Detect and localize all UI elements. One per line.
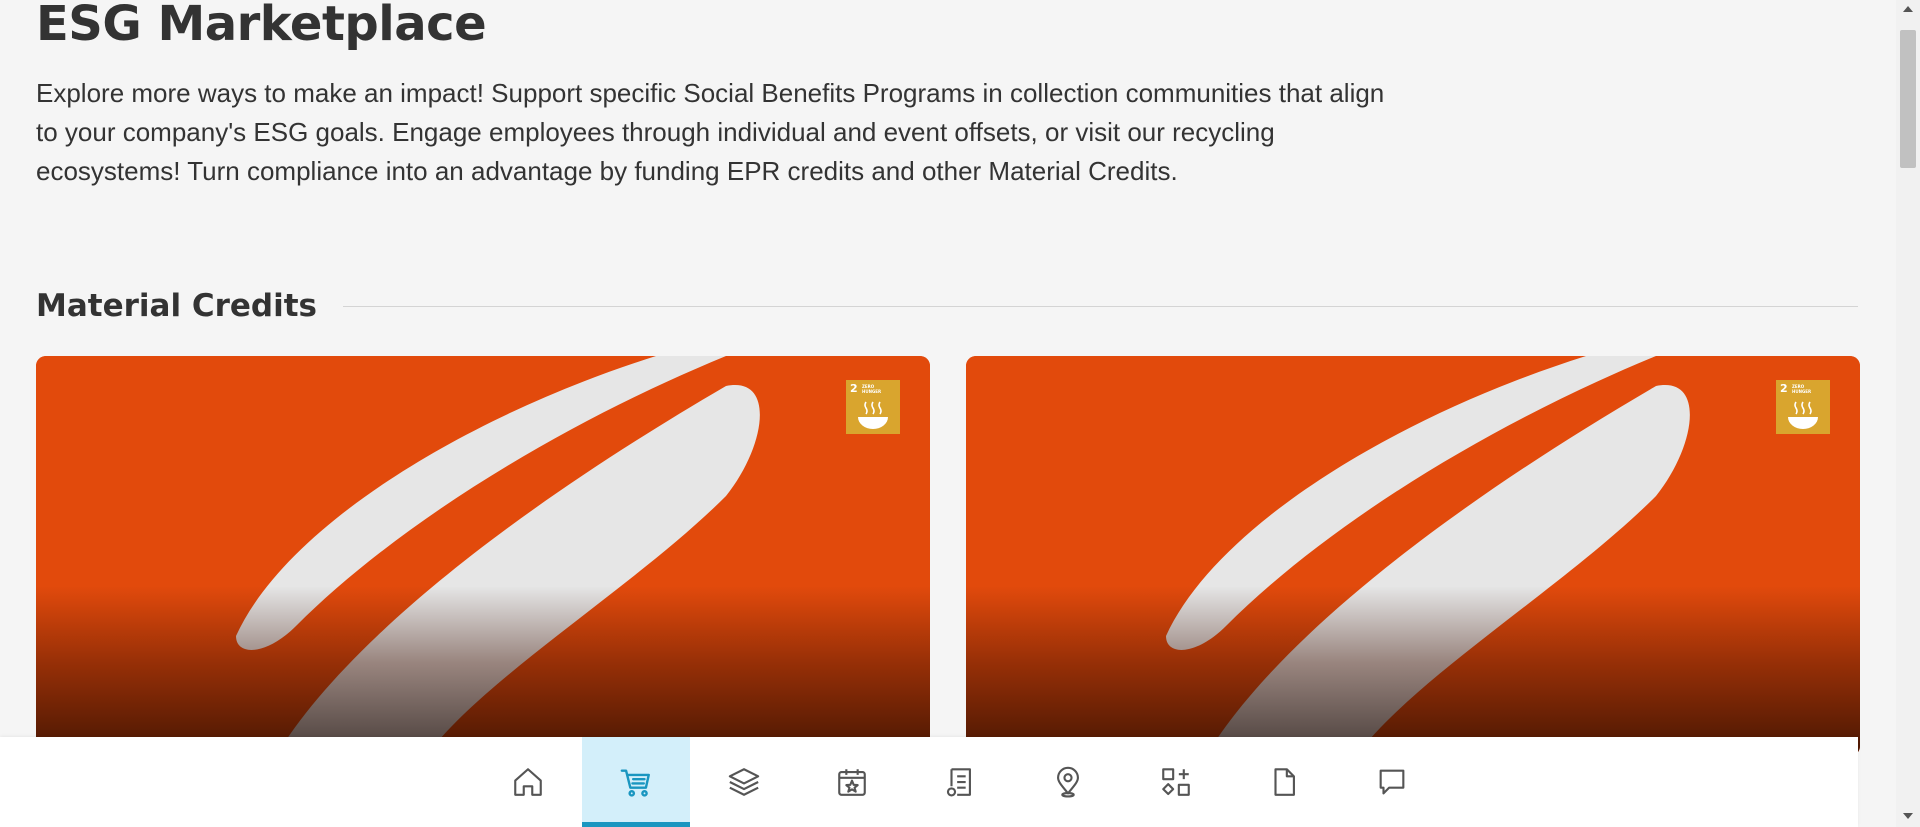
card-shade bbox=[966, 586, 1860, 756]
sdg-text: ZERO HUNGER bbox=[1792, 384, 1812, 394]
calendar-star-icon bbox=[838, 769, 866, 796]
cart-icon bbox=[620, 769, 650, 797]
sdg-number: 2 bbox=[1780, 382, 1788, 395]
nav-documents[interactable] bbox=[1230, 737, 1338, 827]
nav-reports[interactable] bbox=[906, 737, 1014, 827]
map-pin-icon bbox=[1057, 766, 1079, 798]
nav-layers[interactable] bbox=[690, 737, 798, 827]
home-icon bbox=[514, 768, 542, 796]
nav-home[interactable] bbox=[474, 737, 582, 827]
nav-apps[interactable] bbox=[1122, 737, 1230, 827]
scroll-up-arrow[interactable] bbox=[1903, 6, 1913, 12]
card-shade bbox=[36, 586, 930, 756]
material-credit-card[interactable]: 2 ZERO HUNGER bbox=[36, 356, 930, 756]
section-divider bbox=[343, 305, 1858, 307]
bottom-navigation bbox=[0, 737, 1858, 827]
nav-items bbox=[474, 737, 1446, 827]
sdg-badge: 2 ZERO HUNGER bbox=[846, 380, 900, 434]
sdg-number: 2 bbox=[850, 382, 858, 395]
nav-locations[interactable] bbox=[1014, 737, 1122, 827]
layers-icon bbox=[728, 768, 760, 796]
material-credit-card[interactable]: 2 ZERO HUNGER bbox=[966, 356, 1860, 756]
sdg-badge: 2 ZERO HUNGER bbox=[1776, 380, 1830, 434]
vertical-scrollbar[interactable] bbox=[1896, 0, 1920, 827]
scroll-thumb[interactable] bbox=[1900, 30, 1916, 168]
page-intro: Explore more ways to make an impact! Sup… bbox=[36, 78, 1385, 186]
nav-marketplace[interactable] bbox=[582, 737, 690, 827]
sdg-text: ZERO HUNGER bbox=[862, 384, 882, 394]
section-header: Material Credits bbox=[36, 284, 1858, 328]
page-title: ESG Marketplace bbox=[36, 0, 487, 52]
nav-events[interactable] bbox=[798, 737, 906, 827]
bowl-icon bbox=[1788, 401, 1818, 429]
apps-icon bbox=[1162, 768, 1190, 796]
bowl-icon bbox=[858, 401, 888, 429]
section-title: Material Credits bbox=[36, 288, 318, 324]
document-list-icon bbox=[946, 768, 971, 797]
scroll-down-arrow[interactable] bbox=[1903, 813, 1913, 819]
file-icon bbox=[1274, 768, 1295, 796]
nav-messages[interactable] bbox=[1338, 737, 1446, 827]
chat-icon bbox=[1379, 769, 1405, 795]
